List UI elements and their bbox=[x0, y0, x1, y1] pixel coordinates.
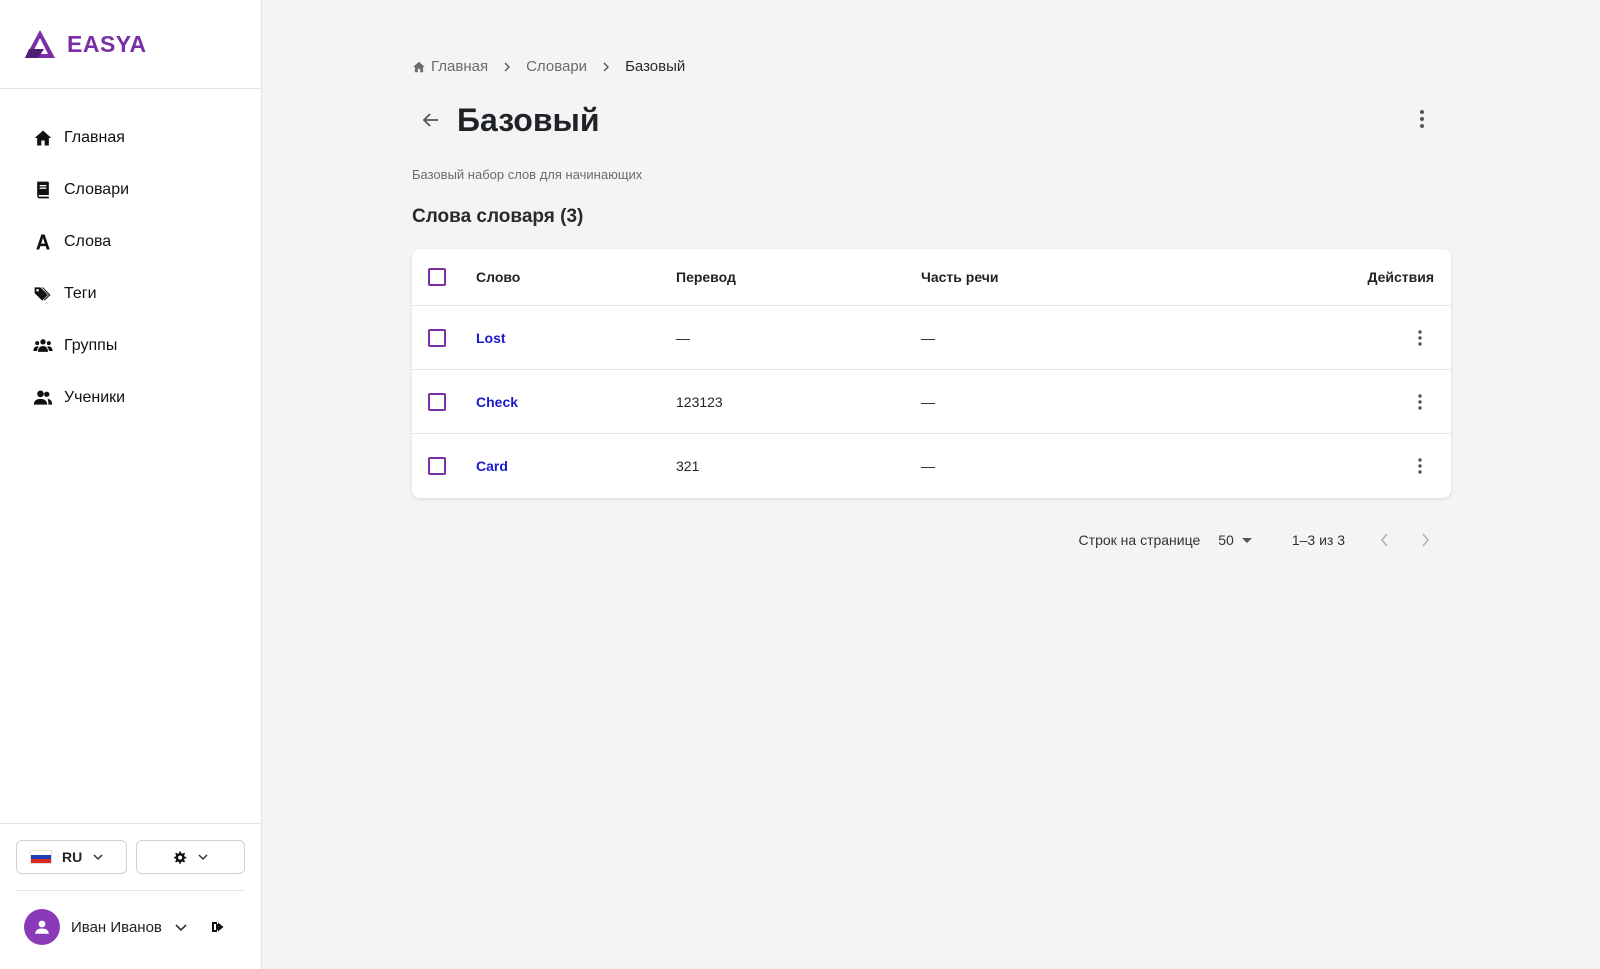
sidebar-item-label: Ученики bbox=[64, 389, 126, 406]
page-more-button[interactable] bbox=[1410, 107, 1434, 131]
chevron-down-icon[interactable] bbox=[174, 920, 188, 934]
table-row: Check 123123 — bbox=[412, 370, 1451, 434]
gear-icon bbox=[173, 850, 187, 864]
chevron-right-icon bbox=[504, 62, 511, 71]
more-vertical-icon bbox=[1418, 458, 1422, 474]
page-description: Базовый набор слов для начинающих bbox=[412, 167, 643, 182]
pagination: Строк на странице 50 1–3 из 3 bbox=[412, 528, 1451, 552]
row-actions-button[interactable] bbox=[1408, 326, 1432, 350]
table-row: Card 321 — bbox=[412, 434, 1451, 498]
caret-down-icon bbox=[1241, 537, 1252, 543]
back-button[interactable] bbox=[417, 106, 445, 134]
more-vertical-icon bbox=[1418, 393, 1422, 410]
sidebar-item-dictionaries[interactable]: Словари bbox=[0, 164, 261, 216]
rows-per-page-value: 50 bbox=[1218, 532, 1234, 548]
table-row: Lost — — bbox=[412, 306, 1451, 370]
user-icon bbox=[35, 920, 49, 934]
chevron-down-icon bbox=[198, 854, 208, 861]
words-table: Слово Перевод Часть речи Действия Lost —… bbox=[412, 249, 1451, 498]
translation-cell: 321 bbox=[676, 458, 700, 474]
logo-icon bbox=[25, 30, 55, 58]
pagination-range: 1–3 из 3 bbox=[1291, 532, 1345, 548]
page-title: Базовый bbox=[457, 101, 600, 138]
breadcrumb-dictionaries[interactable]: Словари bbox=[526, 58, 587, 75]
logout-icon[interactable] bbox=[210, 919, 226, 935]
column-header-actions: Действия bbox=[1367, 269, 1434, 285]
chevron-right-icon bbox=[1422, 533, 1430, 547]
word-link[interactable]: Card bbox=[476, 458, 508, 474]
row-actions-button[interactable] bbox=[1408, 390, 1432, 414]
previous-page-button[interactable] bbox=[1373, 528, 1397, 552]
sidebar-item-home[interactable]: Главная bbox=[0, 112, 261, 164]
home-icon bbox=[413, 61, 425, 72]
sidebar-item-label: Теги bbox=[64, 285, 97, 302]
select-all-checkbox[interactable] bbox=[428, 268, 446, 286]
word-link[interactable]: Lost bbox=[476, 330, 506, 346]
row-checkbox[interactable] bbox=[428, 328, 446, 347]
sidebar-item-label: Словари bbox=[64, 181, 130, 198]
theme-selector[interactable] bbox=[135, 840, 245, 874]
sidebar-footer: RU Иван Иванов bbox=[0, 823, 261, 969]
row-checkbox[interactable] bbox=[428, 457, 446, 475]
translation-cell: 123123 bbox=[676, 393, 723, 410]
more-vertical-icon bbox=[1418, 329, 1422, 346]
chevron-right-icon bbox=[603, 62, 610, 71]
user-name: Иван Иванов bbox=[71, 918, 162, 936]
home-icon bbox=[32, 127, 54, 149]
app-name: EASYA bbox=[67, 30, 147, 57]
russia-flag-icon bbox=[30, 850, 52, 864]
rows-per-page-select[interactable]: 50 bbox=[1218, 532, 1252, 548]
students-icon bbox=[32, 387, 54, 409]
next-page-button[interactable] bbox=[1413, 528, 1437, 552]
page-header: Базовый bbox=[412, 98, 1451, 142]
sidebar: EASYA Главная Словари Слова Теги Группы … bbox=[0, 0, 262, 969]
sidebar-nav: Главная Словари Слова Теги Группы Ученик… bbox=[0, 89, 261, 424]
part-of-speech-cell: — bbox=[921, 458, 935, 474]
sidebar-item-students[interactable]: Ученики bbox=[0, 372, 261, 424]
group-icon bbox=[32, 335, 54, 357]
chevron-down-icon bbox=[93, 854, 103, 861]
sidebar-item-label: Слова bbox=[64, 233, 112, 250]
more-vertical-icon bbox=[1420, 110, 1424, 128]
user-menu: Иван Иванов bbox=[0, 891, 261, 963]
word-link[interactable]: Check bbox=[476, 394, 518, 410]
language-code: RU bbox=[62, 849, 83, 865]
breadcrumb-current: Базовый bbox=[625, 58, 686, 75]
avatar[interactable] bbox=[24, 909, 60, 945]
app-logo[interactable]: EASYA bbox=[0, 0, 261, 89]
chevron-left-icon bbox=[1380, 533, 1388, 547]
breadcrumb: Главная Словари Базовый bbox=[412, 58, 685, 75]
column-header-part-of-speech[interactable]: Часть речи bbox=[921, 269, 1321, 285]
breadcrumb-home[interactable]: Главная bbox=[431, 58, 488, 75]
translation-cell: — bbox=[676, 329, 690, 346]
row-actions-button[interactable] bbox=[1408, 454, 1432, 478]
sidebar-item-tags[interactable]: Теги bbox=[0, 268, 261, 320]
arrow-left-icon bbox=[422, 113, 438, 127]
sidebar-item-words[interactable]: Слова bbox=[0, 216, 261, 268]
column-header-word[interactable]: Слово bbox=[476, 269, 676, 285]
table-header: Слово Перевод Часть речи Действия bbox=[412, 249, 1451, 306]
rows-per-page-label: Строк на странице bbox=[1078, 532, 1201, 548]
letter-a-icon bbox=[32, 231, 54, 253]
language-selector[interactable]: RU bbox=[16, 840, 127, 874]
book-icon bbox=[32, 179, 54, 201]
row-checkbox[interactable] bbox=[428, 392, 446, 411]
part-of-speech-cell: — bbox=[921, 329, 935, 346]
section-title: Слова словаря (3) bbox=[412, 206, 584, 227]
sidebar-item-groups[interactable]: Группы bbox=[0, 320, 261, 372]
column-header-translation[interactable]: Перевод bbox=[676, 269, 921, 285]
sidebar-item-label: Главная bbox=[64, 129, 125, 146]
sidebar-item-label: Группы bbox=[64, 337, 118, 354]
part-of-speech-cell: — bbox=[921, 393, 935, 410]
tags-icon bbox=[32, 283, 54, 305]
